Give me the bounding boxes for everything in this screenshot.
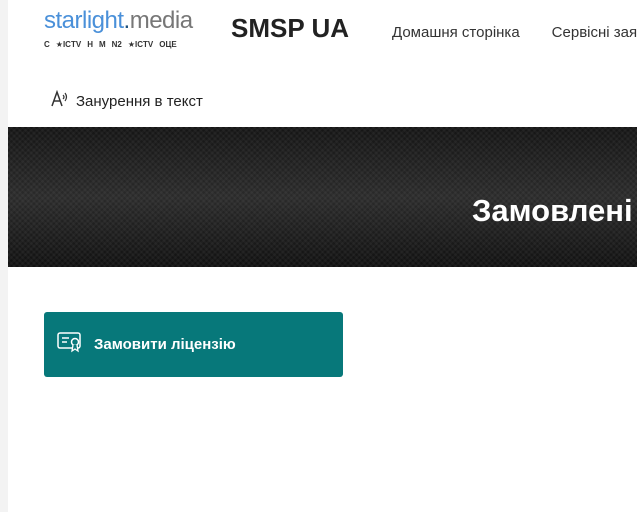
logo-wordmark: starlight.media	[44, 7, 193, 34]
site-title[interactable]: SMSP UA	[231, 13, 349, 44]
channel-logo: H	[87, 40, 93, 49]
immersive-reader-label: Занурення в текст	[76, 93, 203, 110]
immersive-reader-icon	[50, 89, 70, 113]
channel-logo: N2	[111, 40, 122, 49]
order-license-label: Замовити ліцензію	[94, 336, 236, 353]
nav-item-home[interactable]: Домашня сторінка	[392, 24, 520, 41]
starlight-media-logo[interactable]: starlight.media C ★ICTV H M N2 ★ICTV OЦЕ	[44, 8, 204, 56]
channel-logo: OЦЕ	[159, 40, 177, 49]
channel-logo: ★ICTV	[55, 40, 82, 49]
order-license-button[interactable]: Замовити ліцензію	[44, 312, 343, 377]
left-edge-strip	[0, 0, 8, 512]
immersive-reader-button[interactable]: Занурення в текст	[50, 89, 203, 113]
channel-logo: C	[44, 40, 50, 49]
nav-item-service-requests[interactable]: Сервісні зая	[552, 24, 637, 41]
certificate-icon	[56, 331, 84, 358]
channel-logos: C ★ICTV H M N2 ★ICTV OЦЕ	[44, 40, 204, 50]
top-nav: Домашня сторінка Сервісні зая	[392, 24, 637, 41]
channel-logo: M	[98, 40, 106, 49]
channel-logo: ★ICTV	[127, 40, 154, 49]
hero-title: Замовлені	[472, 193, 633, 228]
hero-banner: Замовлені	[8, 127, 637, 267]
